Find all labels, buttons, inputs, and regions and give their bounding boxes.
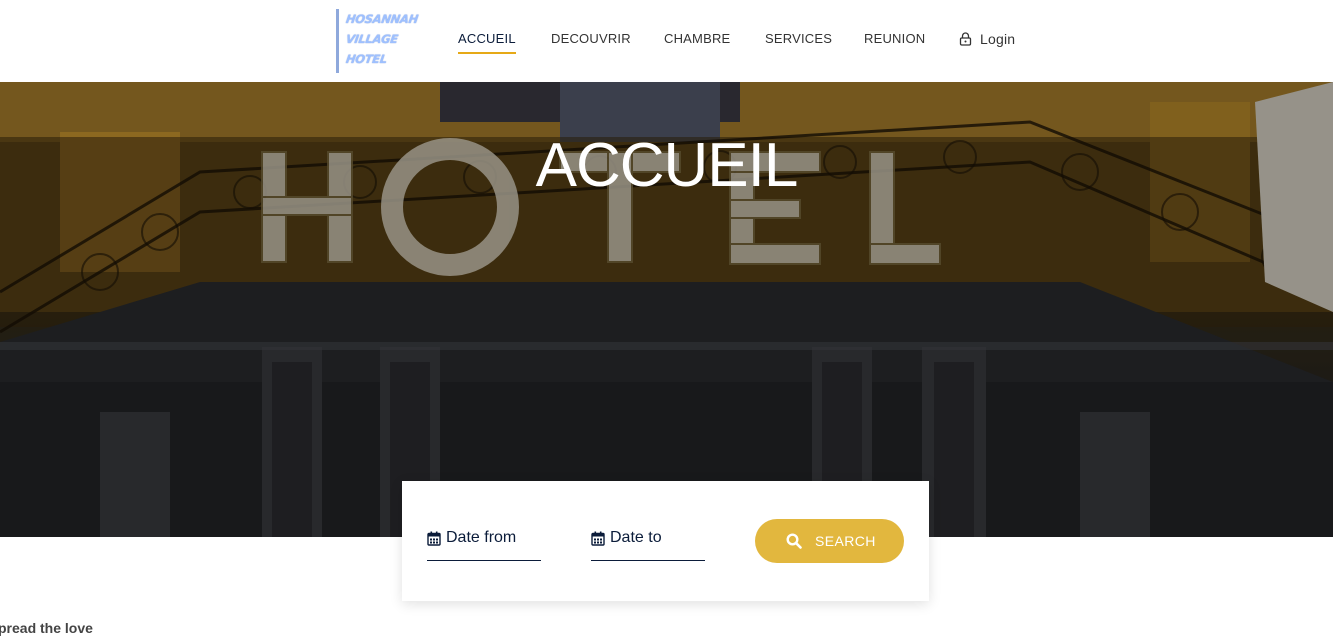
hotel-logo[interactable]: HOSANNAH VILLAGE HOTEL — [336, 9, 419, 73]
search-icon — [786, 533, 802, 552]
calendar-icon — [427, 531, 441, 551]
login-label: Login — [980, 31, 1016, 47]
site-header: HOSANNAH VILLAGE HOTEL ACCUEIL DECOUVRIR… — [0, 0, 1333, 82]
logo-line-2: VILLAGE — [345, 32, 399, 46]
search-button-label: SEARCH — [815, 533, 876, 549]
page-title: ACCUEIL — [535, 131, 799, 200]
logo-line-3: HOTEL — [345, 52, 388, 66]
lock-icon — [959, 32, 972, 46]
date-from-label: Date from — [446, 529, 517, 546]
nav-item-services[interactable]: SERVICES — [765, 31, 832, 46]
nav-item-reunion[interactable]: REUNION — [864, 31, 925, 46]
login-link[interactable]: Login — [959, 31, 1015, 47]
search-button[interactable]: SEARCH — [755, 519, 904, 563]
date-from-field[interactable]: Date from — [427, 528, 541, 561]
hero-banner: ACCUEIL — [0, 82, 1333, 537]
date-to-field[interactable]: Date to — [591, 528, 705, 561]
nav-item-chambre[interactable]: CHAMBRE — [664, 31, 730, 46]
calendar-icon — [591, 531, 605, 551]
nav-item-accueil[interactable]: ACCUEIL — [458, 31, 516, 54]
booking-form: Date from Date to SEARCH — [402, 481, 929, 601]
logo-line-1: HOSANNAH — [345, 12, 419, 26]
nav-item-decouvrir[interactable]: DECOUVRIR — [551, 31, 631, 46]
date-to-label: Date to — [610, 529, 662, 546]
